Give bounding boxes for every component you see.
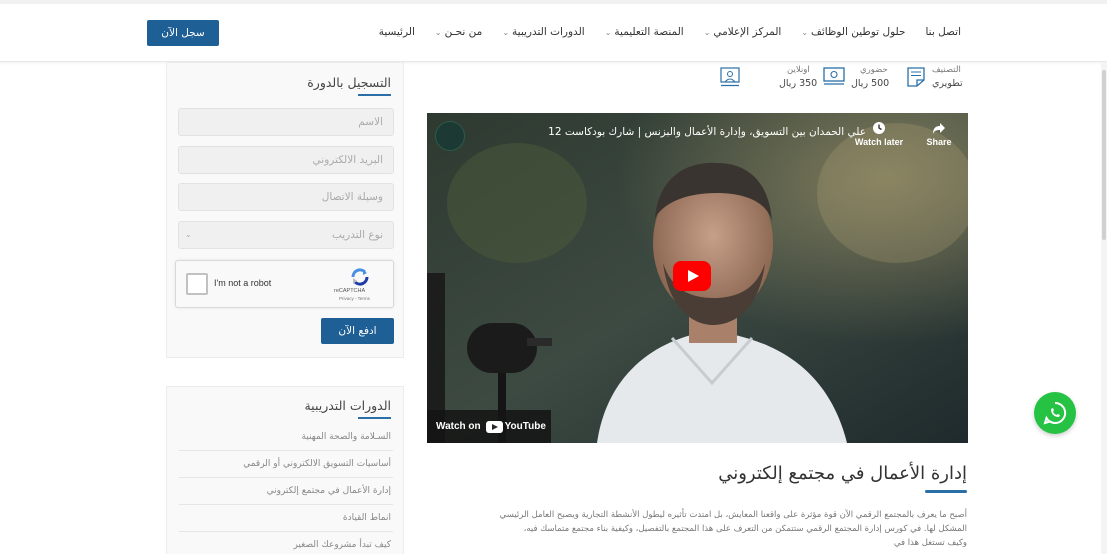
clock-icon <box>873 122 885 134</box>
chevron-down-icon: ⌄ <box>434 27 442 37</box>
course-link-marketing[interactable]: أساسيات التسويق الالكتروني أو الرقمي <box>243 459 391 469</box>
divider <box>179 477 393 478</box>
document-icon <box>907 67 925 87</box>
title-underline <box>925 490 967 493</box>
recaptcha-widget: I'm not a robot reCAPTCHA Privacy - Term… <box>175 260 394 308</box>
youtube-wordmark: YouTube <box>504 421 546 432</box>
nav-about[interactable]: من نحـن ⌄ <box>435 26 482 38</box>
main-nav: الرئيسية من نحـن ⌄ الدورات التدريبية ⌄ الم… <box>379 26 961 38</box>
select-value: نوع التدريب <box>331 229 383 241</box>
watch-on-label: Watch on <box>436 421 481 432</box>
nav-platform[interactable]: المنصة التعليمية ⌄ <box>605 26 684 38</box>
training-type-select[interactable]: نوع التدريب ⌄ <box>178 221 394 249</box>
nav-label: الدورات التدريبية <box>512 26 585 38</box>
category-value: تطويري <box>932 78 963 89</box>
youtube-play-icon <box>485 420 503 433</box>
inperson-price: 500 ريال <box>851 78 890 89</box>
divider <box>179 504 393 505</box>
channel-avatar[interactable] <box>435 121 465 151</box>
classroom-icon <box>823 67 845 85</box>
nav-label: المركز الإعلامي <box>713 26 782 38</box>
share-icon <box>933 123 945 134</box>
nav-home[interactable]: الرئيسية <box>379 26 415 38</box>
nav-label: الرئيسية <box>378 26 415 38</box>
category-label: التصنيف <box>932 65 961 75</box>
watch-later-label: Watch later <box>854 137 904 147</box>
share-label: Share <box>926 137 952 147</box>
divider <box>179 450 393 451</box>
course-link-leadership[interactable]: انماط القيادة <box>343 513 391 523</box>
registration-title: التسجيل بالدورة <box>307 75 391 90</box>
course-link-safety[interactable]: السـلامة والصحة المهنية <box>301 432 391 442</box>
signup-button[interactable]: سجل الآن <box>147 20 219 46</box>
recaptcha-label: I'm not a robot <box>214 278 272 288</box>
title-underline <box>358 417 391 419</box>
chevron-down-icon: ⌄ <box>604 27 612 37</box>
divider <box>179 531 393 532</box>
course-link-business[interactable]: إدارة الأعمال في مجتمع إلكتروني <box>267 486 391 496</box>
name-input[interactable]: الاسم <box>178 108 394 136</box>
courses-card: الدورات التدريبية السـلامة والصحة المهني… <box>166 386 404 554</box>
article-paragraph-line: أصبح ما يعرف بالمجتمع الرقمي الآن قوة مؤ… <box>499 510 967 520</box>
chevron-down-icon: ⌄ <box>703 27 711 37</box>
play-button[interactable] <box>673 261 711 291</box>
inperson-label: حضوري <box>860 65 888 75</box>
watch-on-youtube-button[interactable]: Watch on YouTube <box>427 410 551 443</box>
nav-courses[interactable]: الدورات التدريبية ⌄ <box>502 26 584 38</box>
online-icon <box>720 67 740 87</box>
nav-jobs[interactable]: حلول توطين الوظائف ⌄ <box>801 26 905 38</box>
registration-card: التسجيل بالدورة الاسم البريد الالكتروني … <box>166 62 404 358</box>
courses-title: الدورات التدريبية <box>304 398 391 413</box>
whatsapp-icon <box>1043 401 1067 425</box>
nav-media[interactable]: المركز الإعلامي ⌄ <box>704 26 782 38</box>
article-paragraph-line: المشكل لها. في كورس إدارة المجتمع الرقمي… <box>523 524 967 534</box>
article-title: إدارة الأعمال في مجتمع إلكتروني <box>718 463 967 484</box>
recaptcha-terms-link[interactable]: Privacy - Terms <box>339 296 370 301</box>
contact-input[interactable]: وسيلة الاتصال <box>178 183 394 211</box>
article-paragraph-line: وكيف تستغل هذا في <box>893 538 967 548</box>
email-input[interactable]: البريد الالكتروني <box>178 146 394 174</box>
chevron-down-icon: ⌄ <box>801 27 809 37</box>
youtube-logo: YouTube <box>485 420 546 433</box>
watch-later-button[interactable]: Watch later <box>851 121 907 147</box>
recaptcha-checkbox[interactable] <box>186 273 208 295</box>
share-button[interactable]: Share <box>919 121 959 147</box>
video-title[interactable]: علي الحمدان بين التسويق، وإدارة الأعمال … <box>548 126 866 138</box>
nav-label: اتصل بنا <box>925 26 961 38</box>
chevron-down-icon: ⌄ <box>502 27 510 37</box>
nav-label: من نحـن <box>444 26 483 38</box>
recaptcha-brand: reCAPTCHA <box>334 288 366 294</box>
online-price: 350 ريال <box>779 78 818 89</box>
nav-contact[interactable]: اتصل بنا <box>925 26 961 38</box>
nav-label: المنصة التعليمية <box>614 26 684 38</box>
chevron-down-icon: ⌄ <box>185 230 192 239</box>
course-link-small-business[interactable]: كيف تبدأ مشروعك الصغير <box>293 540 391 550</box>
site-header: الرئيسية من نحـن ⌄ الدورات التدريبية ⌄ الم… <box>0 0 1107 62</box>
scrollbar-thumb[interactable] <box>1102 70 1106 240</box>
whatsapp-button[interactable] <box>1034 392 1076 434</box>
pay-now-button[interactable]: ادفع الآن <box>321 318 394 344</box>
nav-label: حلول توطين الوظائف <box>811 26 906 38</box>
recaptcha-icon <box>351 268 369 286</box>
online-label: اونلاين <box>787 65 810 75</box>
title-underline <box>358 94 391 96</box>
youtube-video-embed[interactable]: علي الحمدان بين التسويق، وإدارة الأعمال … <box>427 113 968 443</box>
